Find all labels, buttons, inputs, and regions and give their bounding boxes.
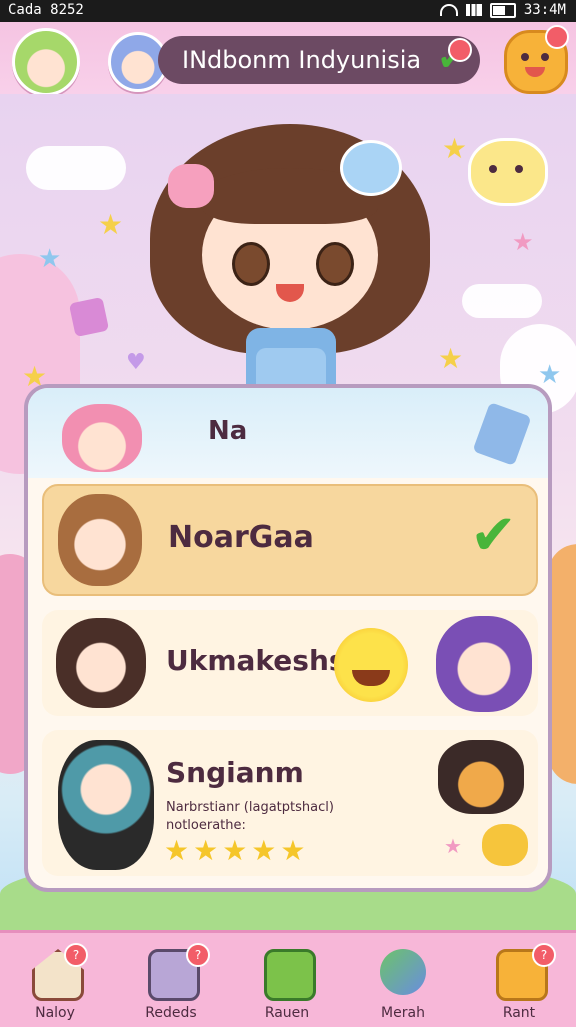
check-icon: ✔	[470, 503, 517, 568]
wifi-icon	[439, 4, 458, 16]
page-title: INdbonm Indyunisia	[182, 46, 422, 74]
teal-hair-avatar	[58, 740, 154, 870]
nav-label: Rededs	[145, 1005, 197, 1021]
star-icon: ★	[512, 228, 534, 256]
star-rating: ★★★★★	[164, 834, 310, 867]
gift-bag-icon	[68, 296, 110, 338]
list-item[interactable]: Ukmakeshs	[42, 610, 538, 716]
nav-badge: ?	[186, 943, 210, 967]
list-item[interactable]: NoarGaa ✔	[42, 484, 538, 596]
status-left-text: Cada 8252	[8, 2, 84, 18]
character-name: Ukmakeshs	[166, 644, 346, 677]
panel-top-label: Na	[208, 416, 248, 446]
pink-cat-avatar	[62, 404, 142, 472]
heart-icon: ♥	[126, 350, 146, 375]
cloud	[462, 284, 542, 318]
cloud	[26, 146, 126, 190]
smiley-emoji-icon	[334, 628, 408, 702]
notification-badge	[448, 38, 472, 62]
green-robot-icon	[264, 949, 316, 1001]
blue-flower-icon	[340, 140, 402, 196]
nav-label: Rant	[502, 1005, 536, 1021]
yellow-cat-avatar	[482, 824, 528, 866]
pink-bow-icon	[168, 164, 214, 208]
nav-badge: ?	[532, 943, 556, 967]
star-icon: ★	[38, 244, 62, 274]
status-time: 33:4M	[523, 2, 566, 18]
character-name: Sngianm	[166, 756, 304, 789]
nav-badge: ?	[64, 943, 88, 967]
character-desc-line1: Narbrstianr (lagatptshacl)	[166, 800, 334, 815]
orange-bear-icon[interactable]	[504, 25, 569, 94]
star-icon: ★	[442, 132, 468, 165]
black-cat-avatar	[438, 740, 524, 814]
header-title-pill[interactable]: INdbonm Indyunisia ✔	[158, 36, 480, 84]
list-item[interactable]: Sngianm Narbrstianr (lagatptshacl) notlo…	[42, 730, 538, 876]
star-icon: ★	[538, 360, 562, 390]
character-select-panel: Na NoarGaa ✔ Ukmakeshs Sngianm Narbrstia…	[24, 384, 552, 892]
character-name: NoarGaa	[168, 520, 314, 555]
nav-item-shop[interactable]: ? Rant	[464, 933, 574, 1027]
status-bar: Cada 8252 33:4M	[0, 0, 576, 22]
nav-item-records[interactable]: ? Rededs	[116, 933, 226, 1027]
nav-label: Merah	[381, 1005, 425, 1021]
purple-hair-avatar	[436, 616, 532, 712]
tree	[548, 544, 576, 784]
star-icon: ★	[98, 208, 124, 241]
star-icon: ★	[444, 834, 462, 858]
nav-item-heart[interactable]: Merah	[348, 933, 458, 1027]
dark-hair-avatar	[56, 618, 146, 708]
nav-label: Naloy	[35, 1005, 75, 1021]
battery-icon	[489, 2, 516, 18]
nav-item-home[interactable]: ? Naloy	[0, 933, 110, 1027]
yellow-cat-sprite	[468, 138, 548, 206]
character-desc-line2: notloerathe:	[166, 818, 246, 833]
heart-check-icon	[380, 949, 426, 995]
brown-hair-avatar	[58, 494, 142, 586]
nav-label: Rauen	[264, 1005, 310, 1021]
bottom-nav: ? Naloy ? Rededs Rauen Merah ? Rant	[0, 930, 576, 1027]
signal-icon	[465, 4, 482, 16]
avatar-green-hair[interactable]	[12, 28, 80, 96]
nav-item-robot[interactable]: Rauen	[232, 933, 342, 1027]
star-icon: ★	[438, 342, 464, 375]
